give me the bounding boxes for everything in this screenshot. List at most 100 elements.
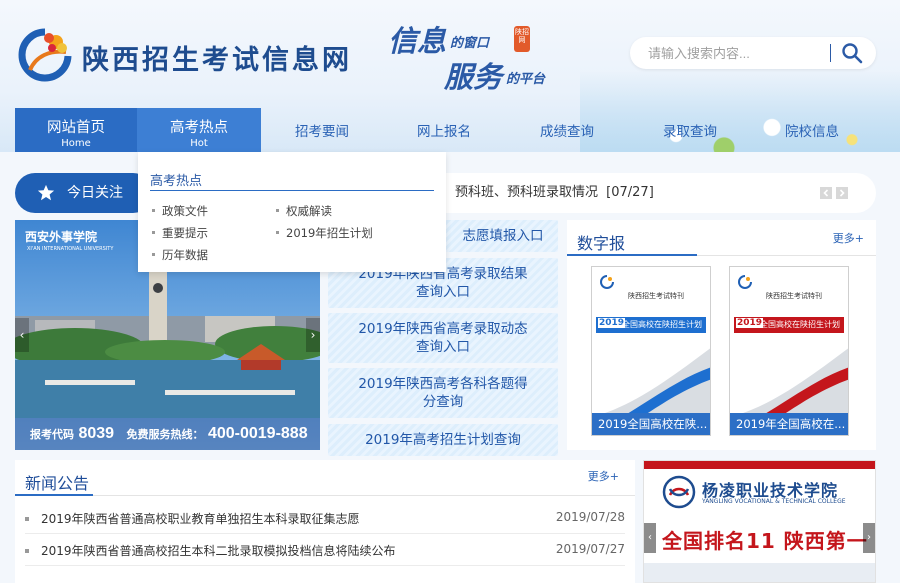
nav-item-label: 高考热点	[170, 120, 228, 136]
ad-prev-button[interactable]: ‹	[644, 523, 656, 553]
quick-link-plan[interactable]: 2019年高考招生计划查询	[328, 424, 558, 456]
slogan: 信息 的窗口 陕招网 服务 的平台	[388, 18, 568, 94]
ad-slogan: 全国排名11 陕西第一	[662, 529, 868, 553]
dropdown-item-plan[interactable]: 2019年招生计划	[276, 225, 373, 241]
ad-next-button[interactable]: ›	[863, 523, 875, 553]
search-button[interactable]	[840, 41, 866, 65]
dropdown-divider	[150, 190, 434, 191]
nav-item-news[interactable]: 招考要闻	[270, 108, 374, 152]
quick-link-label: 2019年陕西高考各科各题得 分查询	[358, 376, 528, 410]
slogan-line2: 服务	[444, 60, 503, 94]
quick-link-subject-scores[interactable]: 2019年陕西高考各科各题得 分查询	[328, 368, 558, 418]
news-underline	[15, 494, 93, 496]
nav-item-admission[interactable]: 录取查询	[638, 108, 742, 152]
banner-school-name: 西安外事学院	[25, 230, 98, 244]
news-item-date: 2019/07/28	[555, 510, 625, 524]
paper-headline: 全国高校在陕招生计划	[760, 320, 840, 329]
slogan-seal: 陕招网	[514, 26, 530, 52]
dropdown-title: 高考热点	[150, 174, 203, 189]
paper-masthead: 陕西招生考试特刊	[766, 292, 822, 300]
digital-paper-panel: 数字报 更多+ 陕西招生考试特刊 2019 全国高校在陕招生计划 2019全国高…	[567, 220, 876, 450]
site-title: 陕西招生考试信息网	[82, 45, 352, 76]
nav-item-scores[interactable]: 成绩查询	[515, 108, 619, 152]
slogan-line2-small: 的平台	[506, 72, 546, 87]
paper-cover-image	[592, 348, 710, 417]
banner-hotline: 400-0019-888	[207, 425, 308, 442]
dropdown-item-history[interactable]: 历年数据	[152, 247, 208, 263]
banner-next-button[interactable]: ›	[306, 318, 320, 352]
main-nav: 网站首页 Home 高考热点 Hot 招考要闻 网上报名 成绩查询 录取查询 院…	[0, 108, 900, 152]
news-divider	[93, 495, 635, 496]
site-logo-icon[interactable]	[16, 26, 74, 84]
news-item-title: 2019年陕西省普通高校招生本科二批录取模拟投档信息将陆续公布	[41, 544, 396, 558]
bullet-icon	[25, 517, 29, 521]
nav-item-label: 录取查询	[663, 124, 717, 140]
paper-headline: 全国高校在陕招生计划	[622, 320, 702, 329]
nav-item-label: 网站首页	[47, 120, 105, 136]
dropdown-item-notice[interactable]: 重要提示	[152, 225, 208, 241]
paper-caption: 2019年全国高校在...	[730, 413, 848, 435]
search-icon	[842, 43, 863, 64]
paper-card[interactable]: 陕西招生考试特刊 2019 全国高校在陕招生计划 2019年全国高校在...	[729, 266, 849, 436]
nav-item-sublabel: Home	[61, 138, 91, 149]
news-panel: 新闻公告 更多+ 2019年陕西省普通高校职业教育单独招生本科录取征集志愿 20…	[15, 460, 635, 583]
search-input[interactable]	[648, 43, 828, 63]
nav-item-sublabel: Hot	[190, 138, 208, 149]
nav-item-home[interactable]: 网站首页 Home	[15, 108, 137, 152]
news-item-title: 2019年陕西省普通高校职业教育单独招生本科录取征集志愿	[41, 512, 360, 526]
nav-item-colleges[interactable]: 院校信息	[760, 108, 864, 152]
today-focus-text: 今日关注	[67, 185, 123, 201]
digital-paper-underline	[567, 254, 697, 256]
digital-paper-divider	[697, 255, 876, 256]
nav-item-label: 院校信息	[785, 124, 839, 140]
paper-logo-icon	[600, 275, 614, 289]
slogan-line1: 信息	[388, 24, 447, 58]
banner-code-label: 报考代码	[30, 429, 74, 441]
banner-caption: 报考代码 8039 免费服务热线： 400-0019-888	[15, 418, 320, 450]
news-item[interactable]: 2019年陕西省普通高校职业教育单独招生本科录取征集志愿 2019/07/28	[25, 502, 625, 534]
chevron-right-icon	[839, 189, 845, 197]
hot-topics-dropdown: 高考热点 政策文件 权威解读 重要提示 2019年招生计划 历年数据	[138, 152, 446, 272]
nav-item-label: 成绩查询	[540, 124, 594, 140]
digital-paper-title: 数字报	[577, 234, 626, 253]
dropdown-item-policy[interactable]: 政策文件	[152, 203, 208, 219]
quick-link-dynamics[interactable]: 2019年陕西省高考录取动态 查询入口	[328, 313, 558, 363]
paper-caption: 2019全国高校在陕...	[592, 413, 710, 435]
quick-link-label: 2019年陕西省高考录取动态 查询入口	[358, 321, 528, 355]
dropdown-item-interpretation[interactable]: 权威解读	[276, 203, 332, 219]
nav-item-label: 招考要闻	[295, 124, 349, 140]
paper-masthead: 陕西招生考试特刊	[628, 292, 684, 300]
paper-year: 2019	[598, 318, 626, 328]
today-next-button[interactable]	[836, 187, 848, 199]
banner-prev-button[interactable]: ‹	[15, 318, 29, 352]
today-headline-title: 预科班、预科班录取情况	[455, 185, 599, 200]
news-item-date: 2019/07/27	[555, 542, 625, 556]
news-title: 新闻公告	[25, 474, 90, 493]
banner-code: 8039	[78, 425, 115, 442]
paper-logo-icon	[738, 275, 752, 289]
college-ad-banner[interactable]: 杨凌职业技术学院 YANGLING VOCATIONAL & TECHNICAL…	[643, 460, 876, 583]
chevron-left-icon	[823, 189, 829, 197]
ad-bottom-strip	[644, 563, 875, 582]
nav-item-register[interactable]: 网上报名	[392, 108, 496, 152]
ad-college-en: YANGLING VOCATIONAL & TECHNICAL COLLEGE	[702, 498, 846, 505]
news-more-link[interactable]: 更多+	[588, 468, 619, 484]
search-box	[630, 37, 876, 69]
college-logo-icon	[662, 475, 696, 509]
paper-cover-image	[730, 348, 848, 417]
nav-item-hot[interactable]: 高考热点 Hot	[137, 108, 261, 152]
today-focus-label: 今日关注	[15, 173, 153, 213]
star-icon	[37, 184, 55, 201]
news-item[interactable]: 2019年陕西省普通高校招生本科二批录取模拟投档信息将陆续公布 2019/07/…	[25, 534, 625, 566]
today-prev-button[interactable]	[820, 187, 832, 199]
banner-school-en: XI'AN INTERNATIONAL UNIVERSITY	[27, 246, 114, 252]
nav-item-label: 网上报名	[417, 124, 471, 140]
bullet-icon	[25, 549, 29, 553]
ad-top-stripe	[644, 461, 875, 469]
paper-year: 2019	[736, 318, 764, 328]
today-headline[interactable]: 预科班、预科班录取情况 [07/27]	[455, 173, 654, 213]
search-divider	[830, 44, 831, 62]
paper-card[interactable]: 陕西招生考试特刊 2019 全国高校在陕招生计划 2019全国高校在陕...	[591, 266, 711, 436]
banner-hotline-label: 免费服务热线：	[126, 429, 204, 441]
digital-paper-more-link[interactable]: 更多+	[833, 230, 864, 246]
